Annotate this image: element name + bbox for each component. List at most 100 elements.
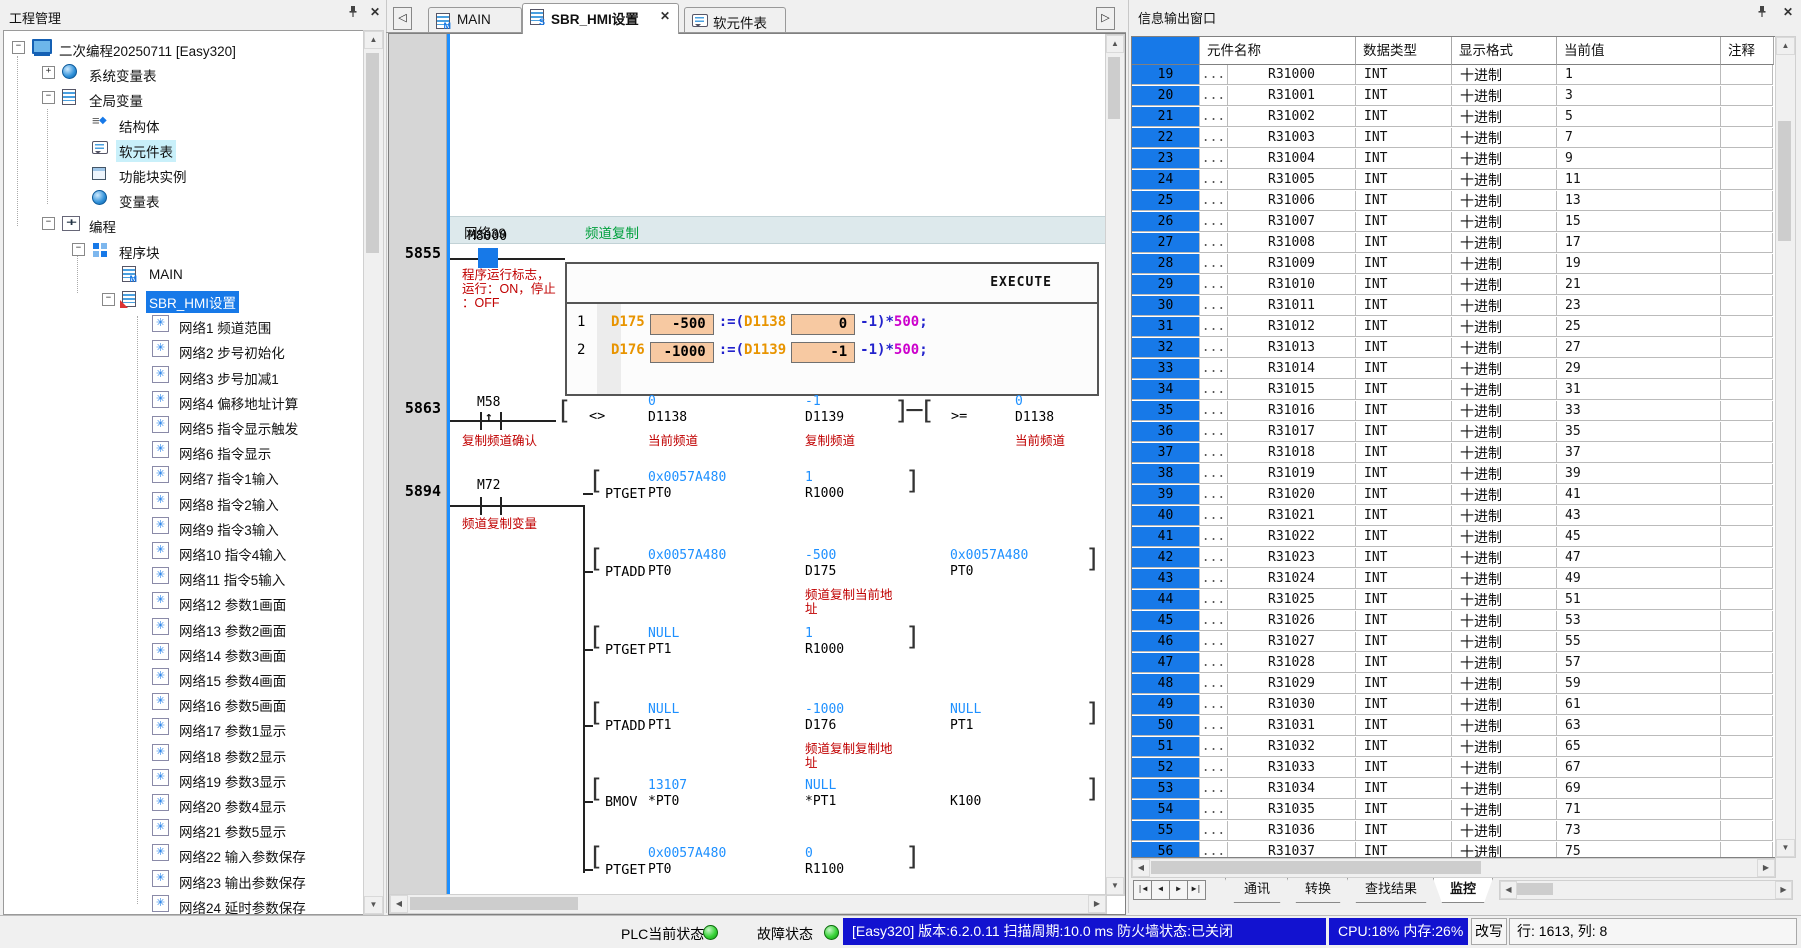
tree-item-34[interactable]: 网络23 输出参数保存 — [4, 869, 364, 893]
operand[interactable]: PT1 — [648, 718, 671, 733]
table-row[interactable]: 26...R31007INT十进制15 — [1132, 212, 1773, 233]
tree-item-label[interactable]: 网络17 参数1显示 — [176, 719, 289, 741]
overwrite-mode[interactable]: 改写 — [1471, 918, 1507, 945]
table-row[interactable]: 56...R31037INT十进制75 — [1132, 842, 1773, 858]
table-row[interactable]: 52...R31033INT十进制67 — [1132, 758, 1773, 779]
scroll-down-icon[interactable]: ▼ — [1106, 877, 1124, 895]
instruction-ptget[interactable]: PTGET — [605, 642, 646, 658]
tree-item-27[interactable]: 网络16 参数5画面 — [4, 692, 364, 716]
output-tab-通讯[interactable]: 通讯 — [1225, 878, 1289, 903]
tree-item-31[interactable]: 网络20 参数4显示 — [4, 793, 364, 817]
tree-item-label[interactable]: 网络22 输入参数保存 — [176, 845, 309, 867]
table-row[interactable]: 53...R31034INT十进制69 — [1132, 779, 1773, 800]
tree-item-label[interactable]: 系统变量表 — [86, 64, 160, 86]
tree-item-label[interactable]: 网络4 偏移地址计算 — [176, 392, 301, 414]
close-icon[interactable]: ✕ — [366, 5, 384, 23]
pin-icon[interactable] — [1753, 5, 1771, 23]
tree-item-8[interactable]: −编程 — [4, 213, 364, 237]
table-row[interactable]: 28...R31009INT十进制19 — [1132, 254, 1773, 275]
tree-item-label[interactable]: 网络6 指令显示 — [176, 442, 274, 464]
tree-expand-toggle[interactable]: + — [42, 66, 55, 79]
scroll-up-icon[interactable]: ▲ — [1776, 37, 1795, 55]
table-row[interactable]: 49...R31030INT十进制61 — [1132, 695, 1773, 716]
table-vscrollbar[interactable]: ▲ ▼ — [1775, 36, 1796, 858]
tree-item-label[interactable]: 网络12 参数1画面 — [176, 593, 289, 615]
table-row[interactable]: 36...R31017INT十进制35 — [1132, 422, 1773, 443]
operand[interactable]: R1000 — [805, 486, 844, 501]
tab-nav-button[interactable]: ▶ — [1169, 880, 1188, 900]
table-row[interactable]: 19...R31000INT十进制1 — [1132, 65, 1773, 86]
tree-item-label[interactable]: 网络21 参数5显示 — [176, 820, 289, 842]
table-row[interactable]: 43...R31024INT十进制49 — [1132, 569, 1773, 590]
tree-item-label[interactable]: 网络24 延时参数保存 — [176, 896, 309, 915]
table-row[interactable]: 41...R31022INT十进制45 — [1132, 527, 1773, 548]
tree-item-30[interactable]: 网络19 参数3显示 — [4, 768, 364, 792]
network-header[interactable]: 网络39 频道复制 — [450, 216, 1105, 244]
table-row[interactable]: 29...R31010INT十进制21 — [1132, 275, 1773, 296]
output-tab-转换[interactable]: 转换 — [1287, 878, 1349, 903]
tree-item-22[interactable]: 网络11 指令5输入 — [4, 566, 364, 590]
table-row[interactable]: 31...R31012INT十进制25 — [1132, 317, 1773, 338]
table-row[interactable]: 20...R31001INT十进制3 — [1132, 86, 1773, 107]
tree-item-label[interactable]: 网络9 指令3输入 — [176, 518, 282, 540]
tree-item-label[interactable]: 网络19 参数3显示 — [176, 770, 289, 792]
instruction-ptget[interactable]: PTGET — [605, 862, 646, 878]
tree-item-23[interactable]: 网络12 参数1画面 — [4, 591, 364, 615]
table-row[interactable]: 45...R31026INT十进制53 — [1132, 611, 1773, 632]
operand[interactable]: *PT1 — [805, 794, 836, 809]
monitor-value-box[interactable]: 0 — [791, 314, 855, 335]
st-code-line[interactable]: 1D175-500:=(D11380-1)*500; — [577, 314, 928, 335]
tree-item-3[interactable]: −全局变量 — [4, 87, 364, 111]
tree-item-33[interactable]: 网络22 输入参数保存 — [4, 843, 364, 867]
table-row[interactable]: 44...R31025INT十进制51 — [1132, 590, 1773, 611]
tree-item-11[interactable]: −SBR_HMI设置 — [4, 289, 364, 313]
tree-item-4[interactable]: 结构体 — [4, 113, 364, 137]
scroll-right-icon[interactable]: ▶ — [1088, 895, 1106, 913]
table-row[interactable]: 48...R31029INT十进制59 — [1132, 674, 1773, 695]
tree-expand-toggle[interactable]: − — [42, 217, 55, 230]
tree-item-17[interactable]: 网络6 指令显示 — [4, 440, 364, 464]
contact-m58[interactable] — [480, 412, 482, 430]
tree-item-1[interactable]: −二次编程20250711 [Easy320] — [4, 37, 364, 61]
tree-expand-toggle[interactable]: − — [12, 41, 25, 54]
tree-item-9[interactable]: −程序块 — [4, 239, 364, 263]
table-row[interactable]: 23...R31004INT十进制9 — [1132, 149, 1773, 170]
operand[interactable]: R1100 — [805, 862, 844, 877]
tree-item-6[interactable]: 功能块实例 — [4, 163, 364, 187]
instruction-ptget[interactable]: PTGET — [605, 486, 646, 502]
table-row[interactable]: 32...R31013INT十进制27 — [1132, 338, 1773, 359]
tree-item-label[interactable]: 网络23 输出参数保存 — [176, 871, 309, 893]
scroll-down-icon[interactable]: ▼ — [1776, 839, 1795, 857]
tree-item-label[interactable]: 网络20 参数4显示 — [176, 795, 289, 817]
tree-item-label[interactable]: SBR_HMI设置 — [146, 291, 239, 313]
tree-item-label[interactable]: 网络15 参数4画面 — [176, 669, 289, 691]
tree-item-label[interactable]: 软元件表 — [116, 140, 176, 162]
tree-item-label[interactable]: 网络10 指令4输入 — [176, 543, 289, 565]
tab-SBR_HMI设置[interactable]: SBR_HMI设置✕ — [522, 3, 679, 34]
tree-item-label[interactable]: MAIN — [146, 266, 186, 283]
operand[interactable]: D175 — [805, 564, 836, 579]
table-row[interactable]: 55...R31036INT十进制73 — [1132, 821, 1773, 842]
table-hscrollbar[interactable]: ◀ ▶ — [1131, 858, 1776, 878]
compare-op[interactable]: >= — [951, 408, 967, 424]
tree-expand-toggle[interactable]: − — [42, 91, 55, 104]
tree-item-label[interactable]: 功能块实例 — [116, 165, 190, 187]
tree-item-label[interactable]: 网络8 指令2输入 — [176, 493, 282, 515]
table-row[interactable]: 30...R31011INT十进制23 — [1132, 296, 1773, 317]
operand[interactable]: PT1 — [648, 642, 671, 657]
monitor-value-box[interactable]: -1000 — [650, 342, 714, 363]
tree-item-label[interactable]: 网络5 指令显示触发 — [176, 417, 301, 439]
tree-item-label[interactable]: 结构体 — [116, 115, 163, 137]
tree-item-32[interactable]: 网络21 参数5显示 — [4, 818, 364, 842]
operand[interactable]: *PT0 — [648, 794, 679, 809]
table-row[interactable]: 39...R31020INT十进制41 — [1132, 485, 1773, 506]
tree-item-label[interactable]: 程序块 — [116, 241, 163, 263]
tree-item-13[interactable]: 网络2 步号初始化 — [4, 339, 364, 363]
instruction-ptadd[interactable]: PTADD — [605, 564, 646, 580]
close-icon[interactable]: ✕ — [1779, 5, 1797, 23]
st-code-line[interactable]: 2D176-1000:=(D1139-1-1)*500; — [577, 342, 928, 363]
tree-item-29[interactable]: 网络18 参数2显示 — [4, 743, 364, 767]
scroll-down-icon[interactable]: ▼ — [364, 896, 383, 914]
tree-item-14[interactable]: 网络3 步号加减1 — [4, 365, 364, 389]
instruction-ptadd[interactable]: PTADD — [605, 718, 646, 734]
